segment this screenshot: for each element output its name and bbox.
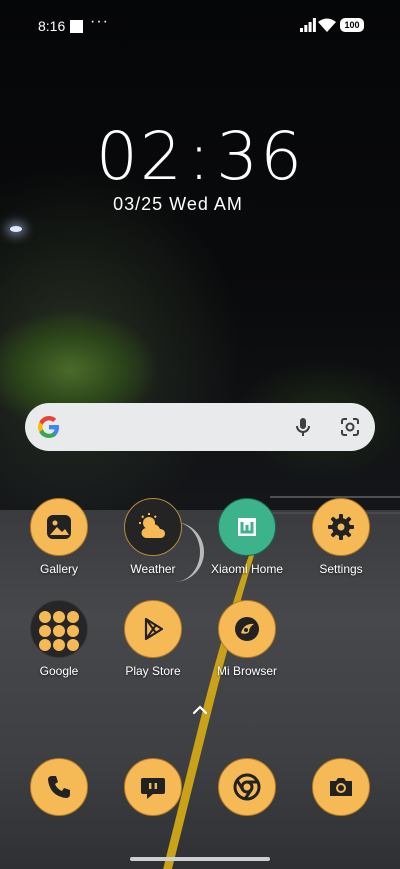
app-google-folder[interactable]: Google	[12, 600, 106, 678]
google-icon	[38, 416, 59, 438]
more-notifications-icon: ···	[90, 13, 109, 30]
google-search-bar[interactable]	[25, 403, 375, 451]
clock-widget[interactable]: 02:36	[0, 118, 400, 195]
gear-icon	[312, 498, 370, 556]
play-store-icon	[124, 600, 182, 658]
folder-icon	[30, 600, 88, 658]
battery-icon: 100	[340, 18, 364, 32]
camera-icon	[312, 758, 370, 816]
app-label: Xiaomi Home	[210, 562, 284, 576]
dock-camera[interactable]	[294, 758, 388, 816]
mic-icon[interactable]	[291, 415, 315, 439]
app-label: Google	[39, 664, 79, 678]
home-gesture-bar[interactable]	[130, 857, 270, 861]
clock-colon: :	[187, 118, 213, 195]
dock-chrome[interactable]	[200, 758, 294, 816]
app-xiaomi-home[interactable]: Xiaomi Home	[200, 498, 294, 576]
wifi-icon	[318, 18, 336, 32]
notification-icon	[70, 20, 83, 33]
dock-messages[interactable]	[106, 758, 200, 816]
app-label: Play Store	[125, 664, 181, 678]
app-label: Gallery	[39, 562, 78, 576]
status-bar: 8:16 ··· 100	[0, 0, 400, 52]
date-label: 03/25 Wed AM	[113, 194, 243, 214]
app-weather[interactable]: Weather	[106, 498, 200, 576]
lens-icon[interactable]	[338, 415, 362, 439]
weather-icon	[124, 498, 182, 556]
phone-icon	[30, 758, 88, 816]
messages-icon	[124, 758, 182, 816]
app-label: Weather	[130, 562, 176, 576]
clock-hours: 02	[95, 118, 184, 195]
app-settings[interactable]: Settings	[294, 498, 388, 576]
browser-icon	[218, 600, 276, 658]
status-time: 8:16	[38, 18, 66, 34]
app-label: Settings	[319, 562, 363, 576]
app-label: Mi Browser	[216, 664, 277, 678]
dock-phone[interactable]	[12, 758, 106, 816]
signal-icon	[300, 18, 316, 32]
clock-minutes: 36	[216, 118, 305, 195]
chrome-icon	[218, 758, 276, 816]
gallery-icon	[30, 498, 88, 556]
chevron-up-icon[interactable]	[190, 700, 210, 720]
app-gallery[interactable]: Gallery	[12, 498, 106, 576]
app-play-store[interactable]: Play Store	[106, 600, 200, 678]
xiaomi-home-icon	[218, 498, 276, 556]
app-mi-browser[interactable]: Mi Browser	[200, 600, 294, 678]
